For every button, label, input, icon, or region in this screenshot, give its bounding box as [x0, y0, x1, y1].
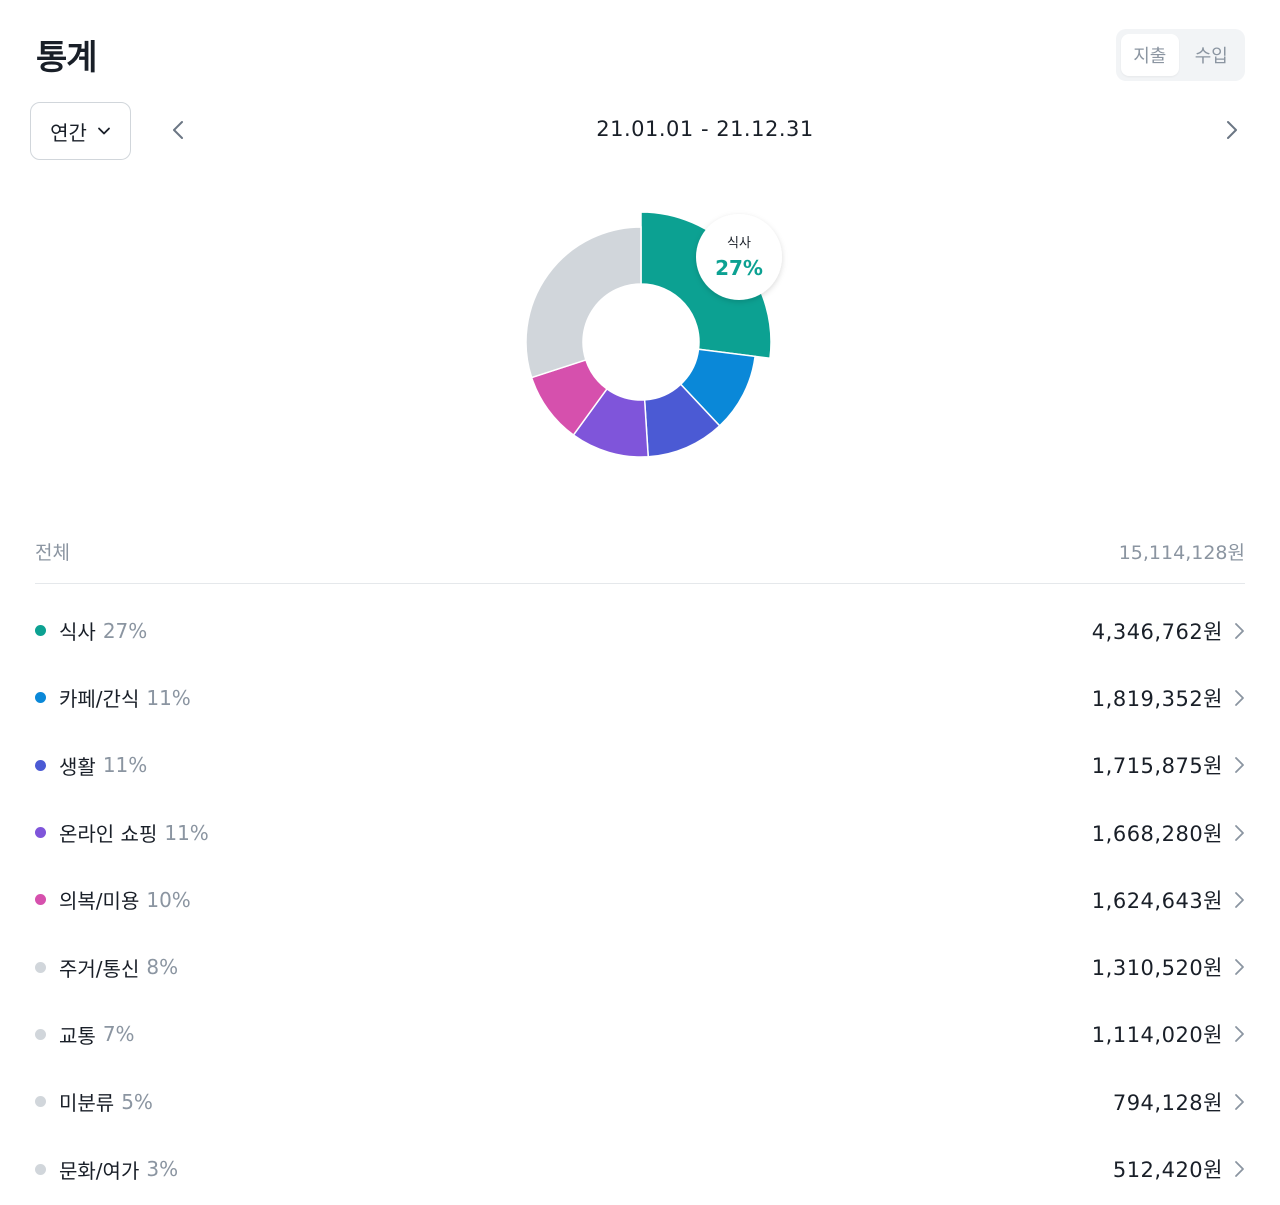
donut-chart: 식사 27%	[525, 211, 782, 458]
category-percent: 7%	[102, 1022, 135, 1047]
category-amount-group: 1,668,280원	[1092, 818, 1245, 848]
highlight-bubble: 식사 27%	[696, 214, 782, 300]
category-percent: 27%	[102, 618, 148, 643]
chevron-right-icon	[1235, 1161, 1244, 1177]
category-list: 식사 27% 4,346,762원 카페/간식 11% 1,819,352원 생활 11% 1,…	[35, 597, 1245, 1203]
period-select[interactable]: 연간	[30, 102, 131, 160]
category-row[interactable]: 문화/여가 3% 512,420원	[35, 1135, 1245, 1202]
category-color-dot	[35, 692, 46, 704]
category-name: 온라인 쇼핑	[59, 822, 158, 847]
category-amount: 1,668,280원	[1091, 821, 1223, 846]
chevron-right-icon	[1235, 1093, 1244, 1110]
category-row[interactable]: 미분류 5% 794,128원	[35, 1068, 1245, 1135]
category-row[interactable]: 온라인 쇼핑 11% 1,668,280원	[35, 799, 1245, 866]
category-name: 식사	[59, 620, 96, 645]
category-name: 교통	[59, 1023, 96, 1048]
date-range: 21.01.01 - 21.12.31	[596, 117, 814, 141]
category-name: 문화/여가	[59, 1158, 140, 1183]
category-amount: 4,346,762원	[1091, 619, 1223, 644]
chevron-right-icon	[1235, 959, 1244, 976]
category-amount-group: 1,624,643원	[1092, 885, 1245, 915]
next-period-button[interactable]	[1218, 116, 1246, 144]
category-color-dot	[35, 625, 46, 637]
chevron-left-icon	[173, 121, 183, 139]
category-row[interactable]: 교통 7% 1,114,020원	[35, 1001, 1245, 1068]
category-amount-group: 4,346,762원	[1092, 616, 1245, 646]
category-color-dot	[35, 759, 46, 771]
category-row[interactable]: 생활 11% 1,715,875원	[35, 732, 1245, 799]
category-info: 식사 27%	[35, 616, 147, 645]
category-amount: 512,420원	[1112, 1158, 1223, 1183]
category-color-dot	[35, 1096, 46, 1108]
highlight-label: 식사	[727, 236, 751, 251]
category-name: 카페/간식	[59, 687, 140, 712]
toggle-income-button[interactable]: 수입	[1183, 34, 1241, 76]
category-info: 온라인 쇼핑 11%	[35, 818, 209, 847]
category-percent: 5%	[121, 1089, 153, 1114]
category-amount-group: 1,819,352원	[1092, 683, 1245, 713]
expense-income-toggle: 지출 수입	[1116, 29, 1245, 81]
category-amount: 1,715,875원	[1091, 754, 1223, 779]
category-info: 미분류 5%	[35, 1087, 153, 1116]
prev-period-button[interactable]	[164, 116, 192, 144]
total-label: 전체	[35, 541, 70, 564]
category-amount-group: 1,114,020원	[1092, 1019, 1245, 1049]
category-name: 미분류	[59, 1091, 115, 1116]
total-summary: 전체 15,114,128원	[35, 536, 1245, 566]
chevron-right-icon	[1235, 757, 1244, 774]
category-amount: 1,114,020원	[1091, 1023, 1223, 1048]
category-amount-group: 1,715,875원	[1092, 750, 1245, 780]
toggle-expense-button[interactable]: 지출	[1121, 34, 1179, 76]
chevron-right-icon	[1235, 824, 1244, 841]
category-info: 문화/여가 3%	[35, 1155, 178, 1184]
donut-slice[interactable]	[525, 226, 642, 379]
category-row[interactable]: 의복/미용 10% 1,624,643원	[35, 866, 1245, 933]
category-percent: 3%	[146, 1157, 179, 1182]
chevron-right-icon	[1227, 121, 1237, 139]
category-name: 주거/통신	[59, 956, 140, 981]
category-row[interactable]: 식사 27% 4,346,762원	[35, 597, 1245, 664]
category-color-dot	[35, 961, 46, 973]
chevron-right-icon	[1235, 1026, 1244, 1043]
category-color-dot	[35, 1028, 46, 1040]
highlight-value: 27%	[715, 256, 763, 280]
category-row[interactable]: 주거/통신 8% 1,310,520원	[35, 933, 1245, 1000]
category-percent: 11%	[164, 820, 209, 845]
category-percent: 8%	[146, 955, 179, 980]
category-percent: 10%	[146, 887, 191, 912]
chevron-down-icon	[98, 127, 110, 135]
category-color-dot	[35, 1163, 46, 1175]
category-info: 교통 7%	[35, 1020, 135, 1049]
category-percent: 11%	[102, 753, 148, 778]
category-name: 생활	[59, 754, 96, 779]
category-info: 주거/통신 8%	[35, 953, 178, 982]
category-row[interactable]: 카페/간식 11% 1,819,352원	[35, 664, 1245, 731]
category-color-dot	[35, 894, 46, 906]
category-percent: 11%	[146, 685, 191, 710]
category-amount-group: 512,420원	[1113, 1154, 1245, 1184]
period-select-label: 연간	[50, 120, 87, 145]
chevron-right-icon	[1235, 622, 1244, 639]
category-amount-group: 1,310,520원	[1092, 952, 1245, 982]
category-amount: 1,819,352원	[1091, 686, 1223, 711]
category-amount-group: 794,128원	[1113, 1087, 1245, 1117]
category-amount: 794,128원	[1112, 1090, 1223, 1115]
category-info: 생활 11%	[35, 751, 147, 780]
category-info: 의복/미용 10%	[35, 885, 191, 914]
category-info: 카페/간식 11%	[35, 683, 191, 712]
category-color-dot	[35, 827, 46, 839]
category-amount: 1,624,643원	[1091, 888, 1223, 913]
category-name: 의복/미용	[59, 889, 140, 914]
chevron-right-icon	[1235, 690, 1244, 706]
total-amount: 15,114,128원	[1118, 541, 1245, 564]
divider	[35, 583, 1245, 584]
page-title: 통계	[36, 38, 98, 78]
category-amount: 1,310,520원	[1091, 956, 1223, 981]
chevron-right-icon	[1235, 891, 1244, 908]
